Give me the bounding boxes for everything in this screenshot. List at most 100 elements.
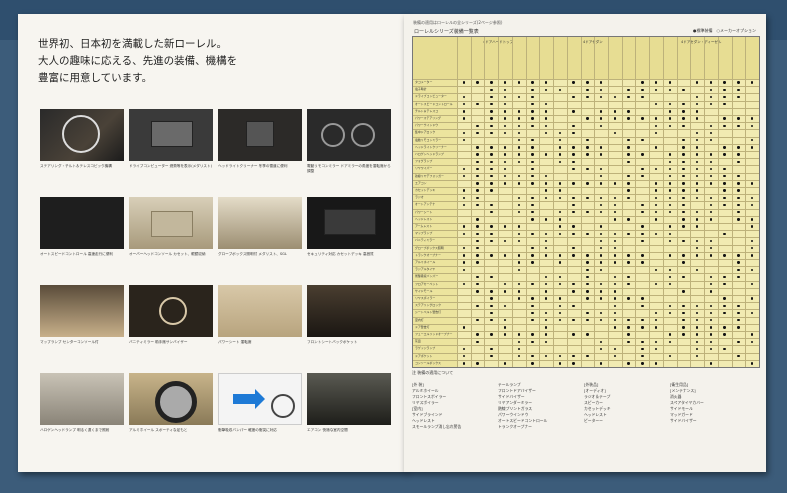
equipment-mark [476, 167, 479, 171]
equipment-mark [599, 362, 603, 365]
equipment-mark [737, 261, 740, 264]
equipment-mark [503, 110, 507, 113]
equipment-mark [490, 333, 493, 336]
equipment-mark [696, 160, 699, 163]
equipment-mark [737, 218, 740, 221]
column-divider [649, 37, 651, 367]
equipment-mark [462, 103, 466, 106]
equipment-mark [476, 340, 479, 343]
equipment-mark [737, 275, 740, 279]
equipment-mark [709, 347, 713, 351]
equipment-mark [723, 333, 726, 336]
equipment-mark [517, 160, 520, 163]
equipment-mark [558, 283, 562, 286]
equipment-mark [737, 340, 740, 343]
equipment-mark [682, 218, 685, 221]
equipment-mark [709, 175, 713, 178]
equipment-mark [476, 124, 479, 127]
equipment-mark [599, 247, 603, 250]
equipment-mark [627, 297, 630, 300]
equipment-mark [531, 167, 534, 171]
equipment-mark [476, 203, 479, 207]
row-divider [413, 151, 759, 152]
equipment-mark [517, 196, 520, 199]
headline: 世界初、日本初を満載した新ローレル。 大人の趣味に応える、先進の装備、機構を 豊… [38, 36, 298, 87]
equipment-mark [627, 254, 630, 257]
equipment-mark [723, 254, 726, 257]
row-label: ドア警告灯 [415, 324, 430, 329]
equipment-mark [572, 146, 575, 149]
column-divider [580, 37, 582, 367]
equipment-mark [627, 153, 630, 156]
feature-photo-bumper [218, 373, 302, 425]
equipment-mark [696, 153, 699, 156]
feature-photo-vanity [129, 285, 213, 337]
equipment-mark [503, 304, 507, 307]
equipment-mark [503, 283, 507, 286]
equipment-mark [627, 232, 630, 235]
row-label: ラジオ [415, 195, 424, 200]
equipment-mark [545, 333, 548, 336]
equipment-mark [709, 304, 713, 307]
equipment-mark [462, 203, 466, 207]
equipment-mark [709, 290, 713, 293]
feature-caption: フロントシートバックポケット [307, 340, 358, 344]
equipment-mark [750, 117, 754, 120]
equipment-mark [750, 196, 754, 199]
equipment-mark [531, 333, 534, 336]
equipment-mark [696, 189, 699, 192]
equipment-mark [613, 232, 617, 235]
row-divider [413, 100, 759, 102]
row-divider [413, 201, 759, 203]
equipment-mark [682, 290, 685, 293]
column-divider [553, 37, 555, 367]
equipment-mark [627, 218, 630, 221]
equipment-mark [558, 182, 562, 185]
row-label: ラジアルタイヤ [415, 267, 436, 272]
feature-photo-grid: ステアリング・チルト＆テレスコピック機構 ドライブコンピューター 燃費等を表示(… [40, 109, 400, 459]
equipment-mark [531, 355, 534, 358]
feature-caption: グローブボックス照明付 メダリスト、SGL [218, 252, 287, 256]
equipment-mark [668, 333, 671, 336]
equipment-mark [572, 167, 575, 171]
equipment-mark [476, 225, 479, 228]
feature-cell: セキュリティ対応 カセットデッキ 高音質 [307, 197, 391, 280]
equipment-mark [558, 232, 562, 235]
equipment-mark [517, 139, 520, 142]
equipment-mark [503, 153, 507, 156]
equipment-mark [517, 211, 520, 214]
equipment-mark [462, 247, 466, 250]
equipment-mark [531, 153, 534, 156]
equipment-mark [531, 182, 534, 185]
equipment-mark [668, 275, 671, 279]
equipment-mark [737, 311, 740, 315]
equipment-mark [572, 355, 575, 358]
equipment-mark [709, 218, 713, 221]
feature-cell: 衝撃吸収バンパー 軽度の衝突に対応 [218, 373, 302, 456]
feature-photo-headlamp [40, 373, 124, 425]
row-divider [413, 352, 759, 354]
column-divider [662, 37, 664, 367]
brochure-spread: 世界初、日本初を満載した新ローレル。 大人の趣味に応える、先進の装備、機構を 豊… [18, 14, 766, 472]
row-label: シートベルト警告灯 [415, 310, 442, 315]
equipment-mark [668, 311, 671, 315]
equipment-mark [531, 362, 534, 365]
equipment-mark [723, 153, 726, 156]
equipment-mark [599, 146, 603, 149]
equipment-mark [476, 261, 479, 264]
equipment-mark [696, 333, 699, 336]
equipment-mark [682, 211, 685, 214]
equipment-mark [613, 319, 617, 322]
feature-photo-map-lamp [40, 285, 124, 337]
equipment-mark [517, 261, 520, 264]
equipment-mark [558, 297, 562, 300]
row-divider [413, 79, 759, 80]
row-label: マップランプ [415, 231, 433, 236]
equipment-mark [599, 167, 603, 171]
row-divider [413, 122, 759, 124]
equipment-mark [668, 304, 671, 307]
equipment-mark [490, 290, 493, 293]
equipment-mark [682, 333, 685, 336]
equipment-mark [737, 124, 740, 127]
equipment-mark [586, 297, 589, 300]
